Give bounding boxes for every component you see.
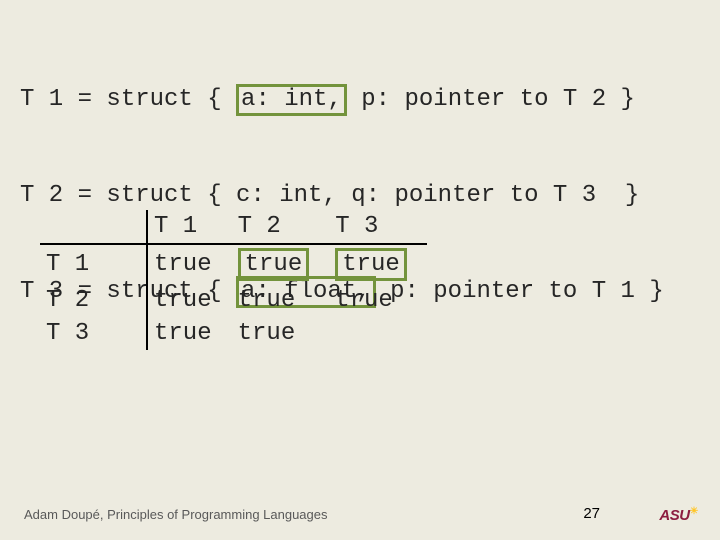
col-header: T 2 xyxy=(232,210,330,244)
table-cell: true xyxy=(147,244,232,284)
def-row-t2: T 2 = struct { c: int, q: pointer to T 3… xyxy=(20,180,664,212)
row-header: T 2 xyxy=(40,284,147,317)
asu-logo: ASU☀ xyxy=(659,506,698,524)
table-cell: true xyxy=(147,317,232,350)
table-row: T 3truetrue xyxy=(40,317,427,350)
table-header-row: T 1 T 2 T 3 xyxy=(40,210,427,244)
table-cell: true xyxy=(329,244,427,284)
page-number: 27 xyxy=(583,505,600,522)
logo-text: ASU xyxy=(659,507,689,524)
def-t2-lhs: T 2 = struct { xyxy=(20,180,236,212)
table-cell: true xyxy=(232,244,330,284)
table-cell: true xyxy=(329,284,427,317)
footer-attribution: Adam Doupé, Principles of Programming La… xyxy=(24,507,328,522)
equivalence-table-wrap: T 1 T 2 T 3 T 1truetruetrueT 2truetruetr… xyxy=(40,210,427,350)
def-t2-mid: c: int, q: pointer to T 3 } xyxy=(236,180,639,212)
table-cell xyxy=(329,317,427,350)
table-row: T 2truetruetrue xyxy=(40,284,427,317)
def-row-t1: T 1 = struct { a: int, p: pointer to T 2… xyxy=(20,84,664,116)
equivalence-table: T 1 T 2 T 3 T 1truetruetrueT 2truetruetr… xyxy=(40,210,427,350)
table-cell: true xyxy=(232,317,330,350)
sunburst-icon: ☀ xyxy=(690,506,698,517)
highlighted-cell: true xyxy=(238,248,310,281)
def-t1-lhs: T 1 = struct { xyxy=(20,84,236,116)
col-header: T 3 xyxy=(329,210,427,244)
slide: T 1 = struct { a: int, p: pointer to T 2… xyxy=(0,0,720,540)
row-header: T 3 xyxy=(40,317,147,350)
def-t1-highlight: a: int, xyxy=(236,84,347,116)
table-row: T 1truetruetrue xyxy=(40,244,427,284)
row-header: T 1 xyxy=(40,244,147,284)
def-t1-rest: p: pointer to T 2 } xyxy=(347,84,635,116)
table-cell: true xyxy=(232,284,330,317)
col-header: T 1 xyxy=(147,210,232,244)
highlighted-cell: true xyxy=(335,248,407,281)
table-body: T 1truetruetrueT 2truetruetrueT 3truetru… xyxy=(40,244,427,350)
table-cell: true xyxy=(147,284,232,317)
table-corner xyxy=(40,210,147,244)
